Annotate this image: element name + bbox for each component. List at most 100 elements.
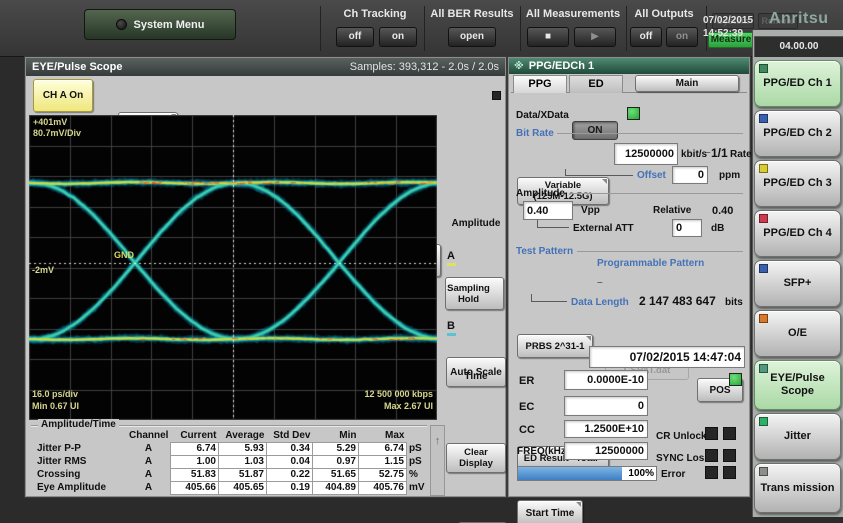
all-measurements-start-button[interactable]: ▶: [574, 27, 616, 47]
sidebar-item-sfp[interactable]: SFP+: [754, 260, 841, 307]
er-label: ER: [519, 375, 534, 387]
data-length-value: 2 147 483 647: [639, 294, 716, 308]
divider: [577, 251, 743, 252]
datetime: 07/02/2015 14:52:39: [703, 14, 753, 40]
window-icon: ※: [514, 61, 524, 72]
channel-icon: [759, 64, 768, 73]
eye-diagram-display: [29, 115, 437, 420]
amplitude-value-field[interactable]: 0.40: [523, 201, 573, 220]
anritsu-logo: Anritsu: [769, 10, 829, 28]
cell-unit: pS: [406, 442, 430, 455]
sidebar-item-ppg-ed-ch3[interactable]: PPG/ED Ch 3: [754, 160, 841, 207]
sidebar: 04.00.00 PPG/ED Ch 1 PPG/ED Ch 2 PPG/ED …: [752, 30, 843, 517]
sampling-hold-button[interactable]: Sampling Hold: [445, 277, 504, 310]
freq-value-field: 12500000: [564, 442, 648, 460]
table-scroll-up[interactable]: ↑: [430, 425, 445, 496]
table-row: Jitter P-P A 6.74 5.93 0.34 5.29 6.74 pS: [35, 442, 430, 455]
cell-std: 0.19: [266, 481, 312, 494]
data-xdata-label: Data/XData: [516, 110, 569, 121]
divider: [626, 6, 627, 51]
sidebar-item-label: Jitter: [784, 430, 811, 443]
module-icon: [759, 364, 768, 373]
ppg-ed-window: ※ PPG/EDCh 1 PPG ED Main Data/XData ON B…: [508, 57, 750, 497]
bit-rate-label: Bit Rate: [516, 128, 554, 139]
row-channel: A: [127, 481, 170, 494]
samples-status: Samples: 393,312 - 2.0s / 2.0s: [350, 61, 499, 73]
col-std: Std Dev: [266, 429, 312, 442]
cell-average: 51.87: [218, 468, 266, 481]
sidebar-item-label: SFP+: [784, 277, 812, 290]
row-name: Crossing: [35, 468, 127, 481]
amplitude-label: Amplitude: [516, 188, 565, 199]
cell-std: 0.22: [266, 468, 312, 481]
ch-tracking-off-button[interactable]: off: [336, 27, 374, 47]
cell-min: 0.97: [312, 455, 358, 468]
time-text: 14:52:39: [703, 27, 753, 40]
sidebar-item-jitter[interactable]: Jitter: [754, 413, 841, 460]
cell-std: 0.34: [266, 442, 312, 455]
data-length-label: Data Length: [571, 297, 629, 308]
prbs-pattern-button[interactable]: PRBS 2^31-1: [517, 334, 593, 358]
db-label: dB: [711, 223, 724, 234]
all-outputs-label: All Outputs: [628, 8, 700, 20]
main-button[interactable]: Main: [635, 75, 739, 92]
er-value-field: 0.0000E-10: [564, 370, 648, 390]
ber-open-button[interactable]: open: [448, 27, 496, 47]
cell-unit: mV: [406, 481, 430, 494]
connector-line: [531, 294, 567, 302]
bits-label: bits: [725, 297, 743, 308]
divider: [569, 193, 743, 194]
external-att-field[interactable]: 0: [672, 219, 702, 237]
firmware-version: 04.00.00: [754, 36, 843, 57]
cell-max: 6.74: [358, 442, 406, 455]
all-outputs-on-button[interactable]: on: [666, 27, 698, 47]
sidebar-item-oe[interactable]: O/E: [754, 310, 841, 357]
module-icon: [759, 264, 768, 273]
tab-ed[interactable]: ED: [569, 75, 623, 93]
connector-line: [537, 220, 569, 228]
sidebar-item-label: PPG/ED Ch 3: [763, 177, 831, 190]
channel-b-color-tick: [447, 333, 456, 336]
table-row: Crossing A 51.83 51.87 0.22 51.65 52.75 …: [35, 468, 430, 481]
data-xdata-on-button[interactable]: ON: [572, 121, 618, 140]
sidebar-item-ppg-ed-ch2[interactable]: PPG/ED Ch 2: [754, 110, 841, 157]
divider: [520, 6, 521, 51]
all-ber-results-label: All BER Results: [427, 8, 517, 20]
sidebar-item-label: EYE/Pulse Scope: [759, 372, 836, 398]
all-outputs-off-button[interactable]: off: [630, 27, 662, 47]
scope-voltage-top: +401mV: [33, 117, 67, 128]
sidebar-item-transmission[interactable]: Trans mission: [754, 463, 841, 513]
bitrate-offset-field[interactable]: 0: [672, 166, 708, 184]
row-name: Jitter RMS: [35, 455, 127, 468]
cr-unlock-led-2: [723, 427, 736, 440]
bitrate-value-field[interactable]: 12500000: [614, 143, 678, 165]
clear-display-button[interactable]: Clear Display: [446, 443, 506, 473]
sidebar-item-eye-pulse-scope[interactable]: EYE/Pulse Scope: [754, 360, 841, 410]
cell-max: 52.75: [358, 468, 406, 481]
row-channel: A: [127, 442, 170, 455]
start-time-field: 07/02/2015 14:47:04: [589, 346, 745, 368]
ch-tracking-on-button[interactable]: on: [379, 27, 417, 47]
system-menu-button[interactable]: System Menu: [84, 9, 236, 40]
tab-ppg[interactable]: PPG: [513, 75, 567, 93]
ch-a-on-button[interactable]: CH A On: [33, 79, 93, 112]
channel-icon: [759, 164, 768, 173]
date-text: 07/02/2015: [703, 14, 753, 27]
cell-average: 5.93: [218, 442, 266, 455]
all-measurements-stop-button[interactable]: ■: [527, 27, 569, 47]
app-root: System Menu Ch Tracking off on All BER R…: [0, 0, 843, 523]
bitrate-ratio[interactable]: 1/1: [711, 146, 728, 160]
error-led-1: [705, 466, 718, 479]
ratio-dash: –: [706, 148, 710, 157]
gnd-label: GND: [114, 250, 134, 261]
relative-label: Relative: [653, 205, 691, 216]
start-time-button[interactable]: Start Time: [517, 500, 583, 523]
sidebar-item-ppg-ed-ch4[interactable]: PPG/ED Ch 4: [754, 210, 841, 257]
cell-average: 405.65: [218, 481, 266, 494]
cell-current: 6.74: [170, 442, 218, 455]
sync-loss-led-1: [705, 449, 718, 462]
sidebar-item-ppg-ed-ch1[interactable]: PPG/ED Ch 1: [754, 60, 841, 107]
sync-loss-led-2: [723, 449, 736, 462]
cell-unit: pS: [406, 455, 430, 468]
scope-ui-min: Min 0.67 UI: [32, 401, 79, 412]
